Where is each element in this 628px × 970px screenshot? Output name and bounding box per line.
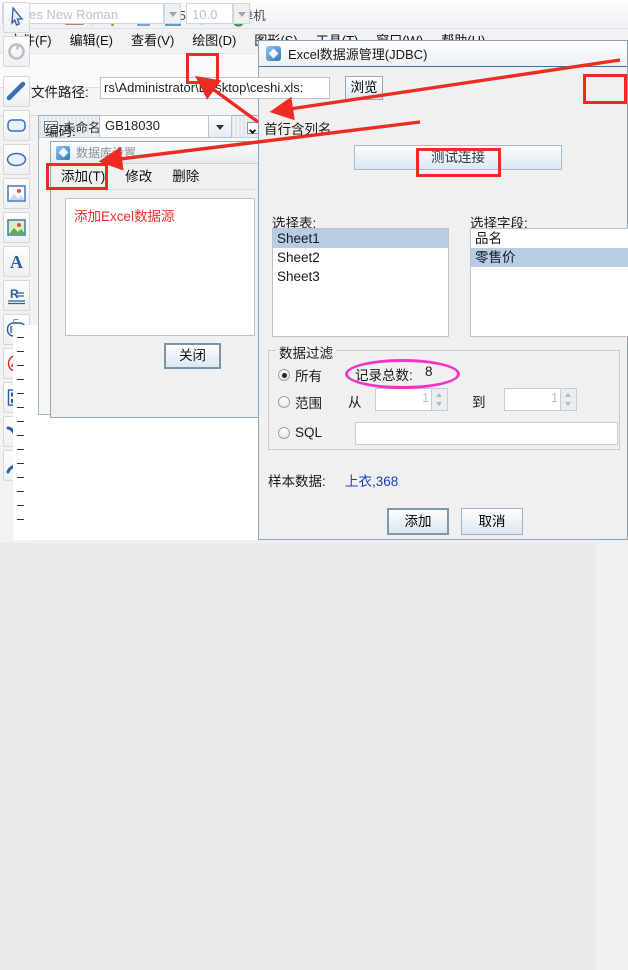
document-area: ⌐ [0, 315, 596, 970]
table-list-item[interactable]: Sheet3 [273, 267, 448, 286]
sample-data-value: 上衣,368 [345, 474, 399, 489]
image-placeholder-tool[interactable] [3, 178, 30, 209]
sample-data-label: 样本数据: [268, 474, 326, 489]
radio-all-label: 所有 [295, 369, 322, 384]
field-list[interactable]: 品名 零售价 [470, 228, 628, 337]
radio-sql-label: SQL [295, 425, 323, 440]
range-from-spinner[interactable]: 1 [375, 388, 448, 411]
annotation-circle-total-records [345, 359, 460, 389]
chevron-down-icon[interactable] [208, 116, 231, 137]
datasource-dialog-icon [56, 145, 70, 160]
range-from-value: 1 [422, 391, 429, 405]
rounded-rect-tool[interactable] [3, 110, 30, 141]
datasource-dialog-title: 数据库设置 [76, 146, 137, 160]
annotation-box-browse-button [583, 74, 627, 104]
encoding-select[interactable]: GB18030 [99, 115, 232, 138]
radio-range-label: 范围 [295, 396, 322, 411]
file-path-label: 文件路径: [31, 85, 89, 100]
first-row-header-checkbox[interactable] [247, 122, 259, 134]
menu-draw[interactable]: 绘图(D) [183, 29, 245, 53]
first-row-header-label: 首行含列名 [264, 122, 332, 137]
radio-range[interactable] [278, 396, 290, 408]
filter-mode-range-row[interactable]: 范围 [278, 392, 322, 412]
range-to-stepper[interactable] [560, 389, 576, 410]
picture-tool[interactable] [3, 212, 30, 243]
menu-item-delete[interactable]: 删除 [162, 164, 209, 190]
sql-input[interactable] [355, 422, 618, 445]
font-size-dropdown-arrow[interactable] [233, 3, 250, 24]
rich-text-tool[interactable]: R [3, 280, 30, 311]
excel-dialog-titlebar: Excel数据源管理(JDBC) [259, 41, 627, 67]
field-list-item[interactable]: 品名 [471, 229, 628, 248]
svg-text:A: A [10, 252, 23, 272]
menu-item-modify[interactable]: 修改 [115, 164, 162, 190]
rotate-tool[interactable] [3, 36, 30, 67]
cancel-button[interactable]: 取消 [461, 508, 523, 535]
datasource-dialog-titlebar: 数据库设置 [51, 142, 269, 164]
range-to-spinner[interactable]: 1 [504, 388, 577, 411]
first-row-header-checkbox-row[interactable]: 首行含列名 [247, 118, 332, 138]
radio-all[interactable] [278, 369, 290, 381]
field-list-item[interactable]: 零售价 [471, 248, 628, 267]
menu-view[interactable]: 查看(V) [122, 29, 183, 53]
font-size-input[interactable]: 10.0 [186, 3, 233, 24]
close-button[interactable]: 关闭 [164, 343, 221, 369]
excel-datasource-icon [266, 46, 281, 61]
line-tool[interactable] [3, 76, 30, 107]
menu-edit[interactable]: 编辑(E) [61, 29, 122, 53]
annotation-box-test-connection [416, 148, 501, 177]
list-item[interactable]: 添加Excel数据源 [66, 199, 254, 231]
annotation-box-database-button [186, 53, 219, 84]
select-arrow-tool[interactable] [3, 2, 30, 33]
font-name-dropdown-arrow[interactable] [164, 3, 181, 24]
range-to-value: 1 [551, 391, 558, 405]
browse-button[interactable]: 浏览 [345, 76, 383, 100]
table-list[interactable]: Sheet1 Sheet2 Sheet3 [272, 228, 449, 337]
range-from-stepper[interactable] [431, 389, 447, 410]
datasource-list[interactable]: 添加Excel数据源 [65, 198, 255, 336]
ellipse-tool[interactable] [3, 144, 30, 175]
filter-mode-all-row[interactable]: 所有 [278, 365, 322, 385]
range-to-label: 到 [472, 395, 486, 410]
datasource-dialog-footer: 关闭 [51, 340, 269, 380]
encoding-label: 编码: [45, 124, 76, 139]
svg-text:R: R [10, 287, 19, 301]
annotation-box-add-menu [46, 163, 108, 190]
table-list-item[interactable]: Sheet2 [273, 248, 448, 267]
excel-dialog-title: Excel数据源管理(JDBC) [288, 47, 428, 62]
add-button[interactable]: 添加 [387, 508, 449, 535]
encoding-value: GB18030 [105, 118, 160, 133]
text-tool[interactable]: A [3, 246, 30, 277]
range-from-label: 从 [348, 395, 362, 410]
data-filter-legend: 数据过滤 [276, 342, 336, 362]
table-list-item[interactable]: Sheet1 [273, 229, 448, 248]
radio-sql[interactable] [278, 426, 290, 439]
filter-mode-sql-row[interactable]: SQL [278, 425, 322, 440]
